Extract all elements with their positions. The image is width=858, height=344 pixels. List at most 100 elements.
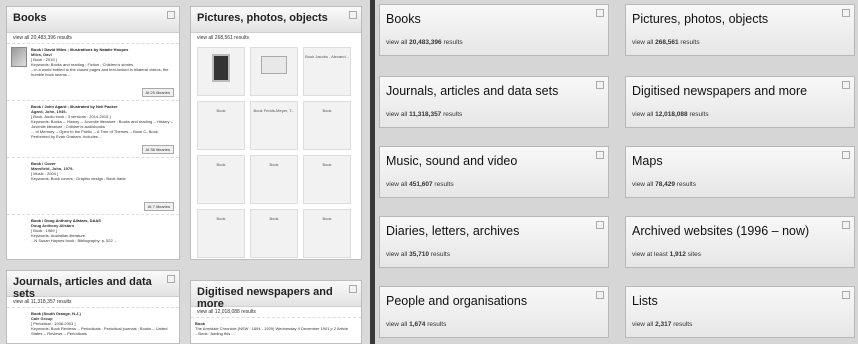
- category-view-all-link[interactable]: view all 35,710 results: [386, 251, 450, 258]
- picture-thumbnail[interactable]: Book: [250, 209, 298, 258]
- view-all-prefix: view all: [632, 39, 656, 46]
- category-view-all-link[interactable]: view all 451,607 results: [386, 181, 454, 188]
- collapse-icon[interactable]: [842, 221, 850, 229]
- collapse-icon[interactable]: [842, 151, 850, 159]
- newspapers-panel-header: Digitised newspapers and more: [191, 281, 361, 310]
- category-panel[interactable]: Music, sound and video view all 451,607 r…: [379, 146, 609, 198]
- collapse-icon[interactable]: [349, 11, 357, 19]
- book-cover-thumbnail: [11, 47, 27, 67]
- pictures-panel-title: Pictures, photos, objects: [197, 12, 328, 24]
- thumbnail-label: Book: [322, 162, 332, 167]
- collapse-icon[interactable]: [596, 81, 604, 89]
- category-view-all-link[interactable]: view all 78,429 results: [632, 181, 696, 188]
- picture-thumbnail[interactable]: [197, 47, 245, 96]
- collapse-icon[interactable]: [596, 291, 604, 299]
- book-result-keywords: Keywords: Books -- History -- Juvenile l…: [31, 119, 174, 129]
- collapse-icon[interactable]: [596, 151, 604, 159]
- thumbnail-label: Book: [322, 216, 332, 221]
- books-result-list: Book / David Miles ; illustrations by Na…: [7, 43, 179, 260]
- category-panel[interactable]: Archived websites (1996 – now) view at le…: [625, 216, 855, 268]
- libraries-count-button[interactable]: At 36 libraries: [141, 145, 174, 154]
- collapse-icon[interactable]: [596, 221, 604, 229]
- category-view-all-link[interactable]: view all 12,018,088 results: [632, 111, 709, 118]
- picture-thumbnail[interactable]: Book: [303, 101, 351, 150]
- category-title[interactable]: Archived websites (1996 – now): [632, 224, 809, 238]
- picture-thumbnail[interactable]: Book Fedds-Meyer, T...: [250, 101, 298, 150]
- thumbnail-label: Book: [216, 216, 226, 221]
- category-title[interactable]: Pictures, photos, objects: [632, 12, 768, 26]
- picture-thumbnail[interactable]: Book Jacobs , Alexand...: [303, 47, 351, 96]
- view-all-suffix: results: [425, 321, 447, 328]
- result-count: 20,483,396: [409, 39, 442, 46]
- thumbnail-label: Book: [269, 216, 279, 221]
- right-screenshot: Books view all 20,483,396 results Pictures…: [375, 0, 858, 344]
- category-title[interactable]: Journals, articles and data sets: [386, 84, 558, 98]
- category-panel[interactable]: Books view all 20,483,396 results: [379, 4, 609, 56]
- category-view-all-link[interactable]: view all 1,674 results: [386, 321, 446, 328]
- newspapers-panel: Digitised newspapers and more view all 1…: [190, 280, 362, 344]
- book-result[interactable]: Book / Cover Mansfield, John, 1979-[ Musi…: [7, 157, 179, 214]
- view-all-prefix: view all: [386, 39, 410, 46]
- view-all-suffix: results: [441, 111, 463, 118]
- book-result-snippet: ...N Susan Haynes book ; Bibliography: p…: [31, 238, 118, 243]
- category-title[interactable]: Books: [386, 12, 421, 26]
- pictures-view-all-link[interactable]: view all 268,561 results: [191, 33, 361, 43]
- collapse-icon[interactable]: [842, 81, 850, 89]
- picture-thumbnail[interactable]: [250, 47, 298, 96]
- picture-thumbnail[interactable]: Book: [197, 101, 245, 150]
- category-panel[interactable]: Digitised newspapers and more view all 12…: [625, 76, 855, 128]
- left-screenshot: Books view all 20,483,396 results Book /…: [0, 0, 370, 344]
- libraries-count-button[interactable]: At 15 libraries: [142, 259, 174, 260]
- category-title[interactable]: Diaries, letters, archives: [386, 224, 519, 238]
- book-cover-thumbnail: [11, 161, 27, 181]
- newspaper-result-snippet: ...Book: 'Adding this ...': [195, 331, 236, 336]
- collapse-icon[interactable]: [842, 291, 850, 299]
- picture-thumbnail[interactable]: Book: [197, 155, 245, 204]
- result-count: 11,318,357: [409, 111, 442, 118]
- book-result[interactable]: Book / John Agard ; illustrated by Neil …: [7, 100, 179, 157]
- picture-thumbnail[interactable]: Book: [303, 209, 351, 258]
- collapse-icon[interactable]: [167, 11, 175, 19]
- collapse-icon[interactable]: [596, 9, 604, 17]
- collapse-icon[interactable]: [349, 285, 357, 293]
- collapse-icon[interactable]: [842, 9, 850, 17]
- book-result[interactable]: Book / Doug Anthony Allstars, DAAS Doug A…: [7, 214, 179, 260]
- libraries-count-button[interactable]: At 25 libraries: [141, 88, 174, 97]
- category-panel[interactable]: Maps view all 78,429 results: [625, 146, 855, 198]
- category-view-all-link[interactable]: view all 20,483,396 results: [386, 39, 463, 46]
- libraries-count-button[interactable]: At 7 libraries: [143, 202, 174, 211]
- collapse-icon[interactable]: [167, 275, 175, 283]
- category-panel[interactable]: Journals, articles and data sets view all…: [379, 76, 609, 128]
- category-panel[interactable]: People and organisations view all 1,674 r…: [379, 286, 609, 338]
- book-result-text: Book / Doug Anthony Allstars, DAAS Doug A…: [31, 218, 175, 259]
- category-panel[interactable]: Diaries, letters, archives view all 35,71…: [379, 216, 609, 268]
- thumbnail-image: [261, 56, 287, 74]
- view-all-prefix: view all: [632, 181, 656, 188]
- category-view-all-link[interactable]: view all 2,317 results: [632, 321, 692, 328]
- books-view-all-link[interactable]: view all 20,483,396 results: [7, 33, 179, 43]
- category-panel[interactable]: Lists view all 2,317 results: [625, 286, 855, 338]
- category-view-all-link[interactable]: view all 268,561 results: [632, 39, 700, 46]
- book-cover-thumbnail: [11, 104, 27, 124]
- book-result[interactable]: Book / David Miles ; illustrations by Na…: [7, 43, 179, 100]
- result-count: 268,561: [655, 39, 679, 46]
- category-view-all-link[interactable]: view all 11,318,357 results: [386, 111, 462, 118]
- thumbnail-label: Book: [216, 108, 226, 113]
- picture-thumbnail[interactable]: Book: [250, 155, 298, 204]
- category-title[interactable]: Digitised newspapers and more: [632, 84, 807, 98]
- category-view-all-link[interactable]: view at least 1,912 sites: [632, 251, 701, 258]
- view-all-prefix: view all: [632, 111, 656, 118]
- picture-thumbnail[interactable]: Book: [197, 209, 245, 258]
- result-count: 78,429: [655, 181, 676, 188]
- journal-result[interactable]: Book (South Orange, N.J.) Cale Group [ P…: [7, 307, 179, 339]
- newspaper-result[interactable]: Book The Armidale Chronicle (NSW : 1894 …: [191, 317, 361, 339]
- result-count: 2,317: [655, 321, 672, 328]
- journals-panel: Journals, articles and data sets view al…: [6, 270, 180, 344]
- category-panel[interactable]: Pictures, photos, objects view all 268,56…: [625, 4, 855, 56]
- category-title[interactable]: Music, sound and video: [386, 154, 517, 168]
- category-title[interactable]: Maps: [632, 154, 663, 168]
- category-title[interactable]: People and organisations: [386, 294, 527, 308]
- picture-thumbnail[interactable]: Book: [303, 155, 351, 204]
- category-title[interactable]: Lists: [632, 294, 658, 308]
- books-panel-header: Books: [7, 7, 179, 33]
